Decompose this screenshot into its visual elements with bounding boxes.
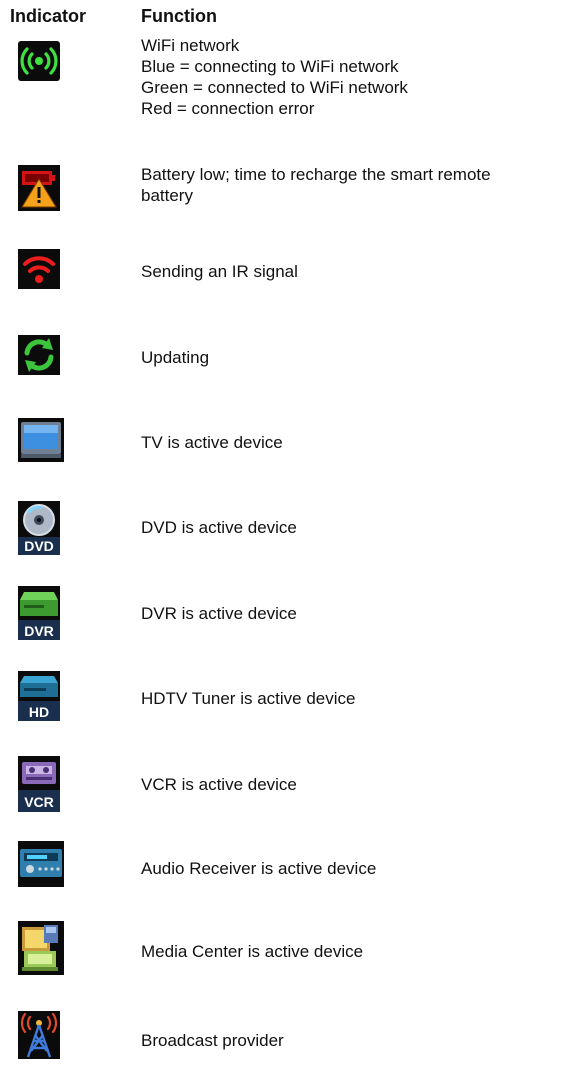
audio-receiver-icon bbox=[18, 841, 64, 887]
row-description: Audio Receiver is active device bbox=[141, 859, 377, 878]
battery-low-icon bbox=[18, 165, 60, 211]
svg-text:VCR: VCR bbox=[24, 794, 54, 810]
row-description: Sending an IR signal bbox=[141, 262, 298, 281]
row-description: WiFi network Blue = connecting to WiFi n… bbox=[141, 36, 408, 118]
media-center-icon bbox=[18, 921, 64, 975]
ir-signal-icon bbox=[18, 249, 60, 289]
row-description: VCR is active device bbox=[141, 775, 297, 794]
svg-text:DVD: DVD bbox=[24, 538, 54, 554]
row-description: HDTV Tuner is active device bbox=[141, 689, 356, 708]
hd-tuner-icon: HD bbox=[18, 671, 60, 721]
wifi-icon bbox=[18, 41, 60, 81]
vcr-icon: VCR bbox=[18, 756, 60, 812]
row-description: Updating bbox=[141, 348, 210, 367]
updating-icon bbox=[18, 335, 60, 375]
broadcast-tower-icon bbox=[18, 1011, 60, 1059]
dvr-icon: DVR bbox=[18, 586, 60, 640]
row-description: Broadcast provider bbox=[141, 1031, 284, 1050]
row-description: TV is active device bbox=[141, 433, 283, 452]
header-indicator: Indicator bbox=[10, 6, 87, 26]
row-description: Media Center is active device bbox=[141, 942, 364, 961]
header-function: Function bbox=[141, 6, 217, 26]
row-description: DVD is active device bbox=[141, 518, 297, 537]
row-description: Battery low; time to recharge the smart … bbox=[141, 165, 491, 205]
tv-icon bbox=[18, 418, 64, 462]
dvd-icon: DVD bbox=[18, 501, 60, 555]
row-description: DVR is active device bbox=[141, 604, 297, 623]
svg-text:DVR: DVR bbox=[24, 623, 54, 639]
svg-text:HD: HD bbox=[29, 704, 49, 720]
